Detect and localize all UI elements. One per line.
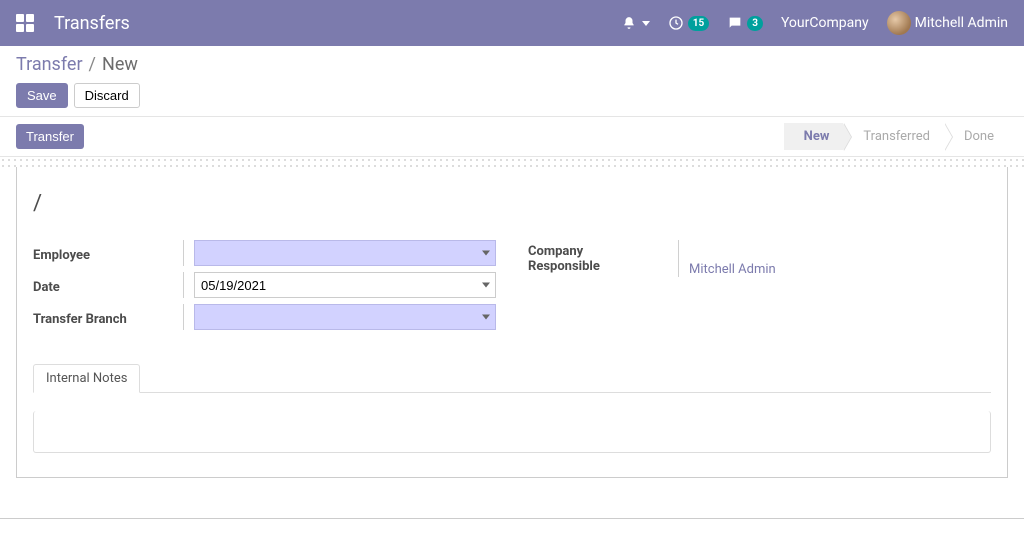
breadcrumb-current: New <box>102 54 138 75</box>
breadcrumb: Transfer / New <box>16 54 1008 75</box>
employee-field[interactable] <box>194 240 496 266</box>
discuss-badge: 3 <box>747 16 763 31</box>
breadcrumb-root[interactable]: Transfer <box>16 54 83 75</box>
discuss-menu[interactable]: 3 <box>727 15 763 31</box>
page-bottom-border <box>0 518 1024 519</box>
app-title[interactable]: Transfers <box>54 13 130 34</box>
transfer-button[interactable]: Transfer <box>16 124 84 149</box>
caret-down-icon <box>642 21 650 26</box>
save-button[interactable]: Save <box>16 83 68 108</box>
control-panel: Transfer / New Save Discard <box>0 46 1024 108</box>
statusbar-row: Transfer New Transferred Done <box>0 116 1024 157</box>
form-sheet: / Employee Date <box>16 167 1008 478</box>
record-title: / <box>33 191 991 216</box>
statusbar: New Transferred Done <box>784 123 1008 150</box>
internal-notes-content[interactable] <box>33 411 991 453</box>
form-left-column: Employee Date <box>33 240 496 336</box>
user-menu[interactable]: Mitchell Admin <box>887 11 1008 35</box>
status-new[interactable]: New <box>784 123 844 150</box>
user-name-label: Mitchell Admin <box>915 15 1008 31</box>
discard-button[interactable]: Discard <box>74 83 140 108</box>
responsible-value[interactable]: Mitchell Admin <box>689 258 776 277</box>
activities-badge: 15 <box>688 16 709 31</box>
employee-label: Employee <box>33 244 183 263</box>
company-label: Company <box>528 244 678 259</box>
bell-icon <box>622 16 636 30</box>
status-done[interactable]: Done <box>944 123 1008 150</box>
company-switcher[interactable]: YourCompany <box>781 15 869 31</box>
clock-icon <box>668 15 684 31</box>
chat-icon <box>727 15 743 31</box>
top-navbar: Transfers 15 3 YourCompany Mitchell Admi… <box>0 0 1024 46</box>
notebook: Internal Notes <box>33 364 991 453</box>
date-label: Date <box>33 276 183 295</box>
company-value <box>689 240 991 258</box>
form-right-column: Company Responsible Mitchell Admin <box>528 240 991 336</box>
branch-field[interactable] <box>194 304 496 330</box>
activities-menu[interactable]: 15 <box>668 15 709 31</box>
responsible-label: Responsible <box>528 259 678 274</box>
tab-internal-notes[interactable]: Internal Notes <box>33 364 140 393</box>
date-field[interactable] <box>194 272 496 298</box>
avatar <box>887 11 911 35</box>
notifications-menu[interactable] <box>622 16 650 30</box>
branch-label: Transfer Branch <box>33 308 183 327</box>
status-transferred[interactable]: Transferred <box>843 123 944 150</box>
breadcrumb-separator: / <box>89 54 96 75</box>
apps-icon[interactable] <box>16 14 34 32</box>
sheet-top-decoration <box>0 157 1024 167</box>
